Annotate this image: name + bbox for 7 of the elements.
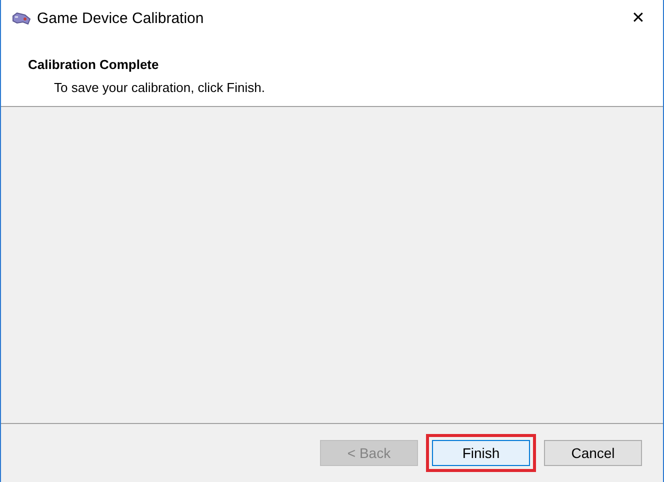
gamepad-icon [11, 12, 31, 26]
page-title: Calibration Complete [28, 56, 160, 74]
page-subtitle: To save your calibration, click Finish. [53, 78, 266, 97]
window-title: Game Device Calibration [37, 8, 204, 29]
finish-button[interactable]: Finish [432, 440, 530, 466]
cancel-button[interactable]: Cancel [544, 440, 642, 466]
close-button[interactable]: ✕ [623, 4, 653, 34]
